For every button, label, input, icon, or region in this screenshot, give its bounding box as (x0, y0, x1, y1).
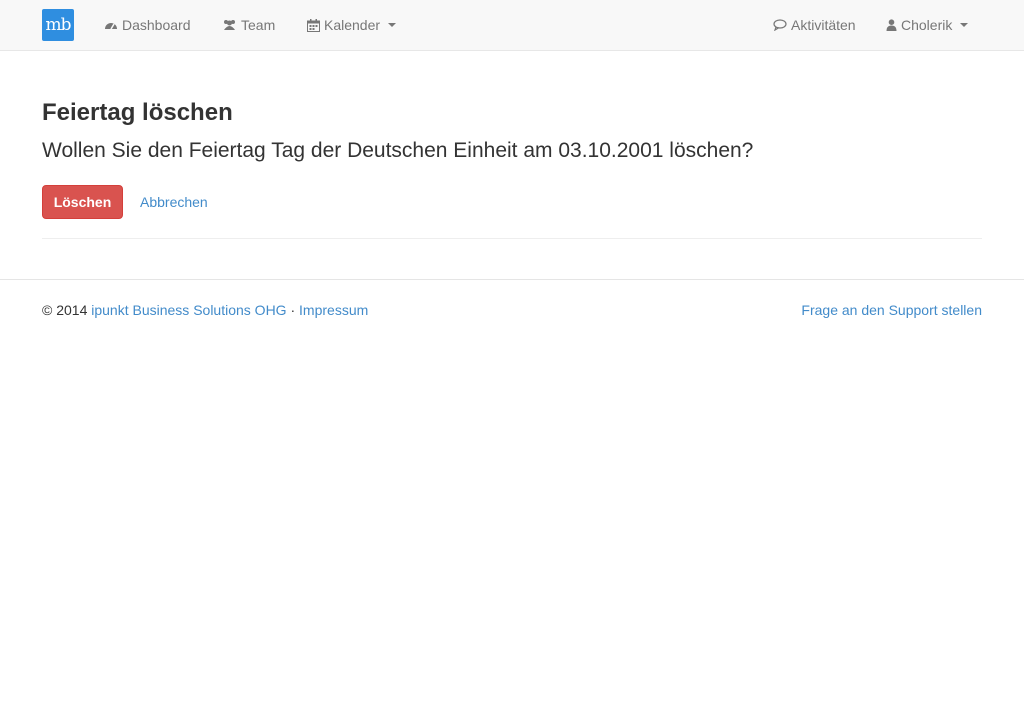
calendar-icon (307, 18, 320, 32)
nav-dashboard-label: Dashboard (122, 17, 191, 33)
team-icon (224, 20, 235, 30)
nav-aktivitaeten[interactable]: Aktivitäten (773, 0, 856, 50)
delete-button-label: Löschen (53, 194, 112, 210)
nav-user-label: Cholerik (901, 17, 953, 33)
company-link[interactable]: ipunkt Business Solutions OHG (91, 302, 286, 318)
user-icon (886, 19, 897, 31)
footer-divider (0, 279, 1024, 280)
chevron-down-icon (960, 23, 969, 27)
dashboard-icon (105, 23, 117, 30)
copyright-text: © 2014 (42, 302, 88, 318)
chevron-down-icon (388, 23, 397, 27)
nav-aktivitaeten-label: Aktivitäten (791, 17, 856, 33)
footer-left: © 2014 ipunkt Business Solutions OHG · I… (42, 302, 368, 318)
impressum-link[interactable]: Impressum (299, 302, 368, 318)
confirmation-question: Wollen Sie den Feiertag Tag der Deutsche… (42, 139, 754, 162)
footer-separator: · (290, 302, 296, 318)
nav-kalender[interactable]: Kalender (307, 0, 397, 50)
logo-text: mb (45, 15, 71, 35)
nav-team[interactable]: Team (222, 0, 275, 50)
nav-kalender-label: Kalender (324, 17, 381, 33)
nav-team-label: Team (241, 17, 276, 33)
content-divider (42, 238, 982, 239)
support-link[interactable]: Frage an den Support stellen (801, 302, 982, 318)
app-logo[interactable]: mb (42, 9, 74, 41)
comment-icon (773, 19, 787, 31)
page-title: Feiertag löschen (42, 99, 233, 126)
delete-button[interactable]: Löschen (42, 185, 123, 219)
top-navbar: mb Dashboard Team Kalender Aktivitäten C… (0, 0, 1024, 51)
nav-dashboard[interactable]: Dashboard (104, 0, 191, 50)
nav-user-menu[interactable]: Cholerik (886, 0, 969, 50)
cancel-link[interactable]: Abbrechen (140, 194, 208, 210)
